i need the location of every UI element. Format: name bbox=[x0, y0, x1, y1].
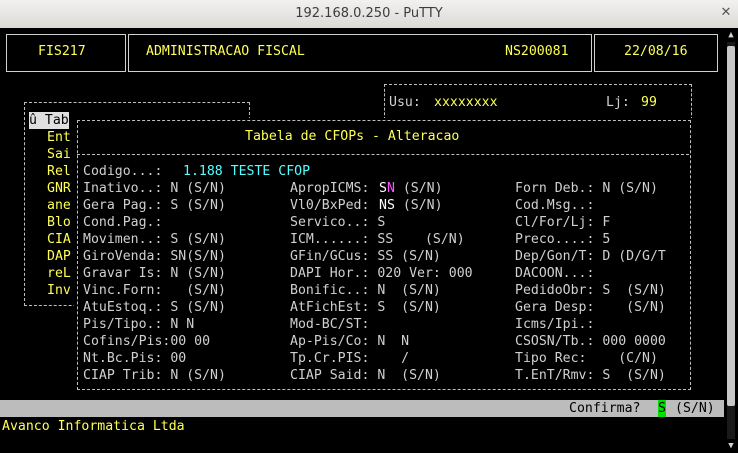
field-col2-range: (S/N) bbox=[394, 198, 443, 213]
field-col1[interactable]: Vinc.Forn: (S/N) bbox=[83, 282, 226, 299]
field-col3[interactable]: PedidoObr: S (S/N) bbox=[515, 282, 666, 299]
field-col2[interactable]: ApropICMS: bbox=[290, 180, 369, 197]
menu-item-rel[interactable]: Rel bbox=[47, 163, 71, 180]
field-col2-value: NS bbox=[379, 198, 395, 213]
field-col2[interactable]: Servico..: S bbox=[290, 214, 385, 231]
scrollbar[interactable]: ▲ ▼ bbox=[724, 28, 738, 453]
field-col1[interactable]: Gera Pag.: S (S/N) bbox=[83, 197, 226, 214]
confirm-prompt: Confirma? bbox=[569, 401, 641, 416]
scroll-down-icon[interactable]: ▼ bbox=[724, 439, 738, 453]
field-col2[interactable]: Mod-BC/ST: bbox=[290, 316, 369, 333]
scroll-thumb[interactable] bbox=[727, 46, 735, 406]
field-col2-range: (S/N) bbox=[394, 181, 443, 196]
status-bar: Confirma? S (S/N) bbox=[0, 400, 724, 417]
menu-item-gnr[interactable]: GNR bbox=[47, 180, 71, 197]
dialog-title-divider bbox=[77, 154, 689, 155]
field-col2[interactable]: CIAP Said: N (S/N) bbox=[290, 367, 441, 384]
field-col2-input[interactable]: SN (S/N) bbox=[379, 180, 443, 197]
field-col3[interactable]: CSOSN/Tb.: 000 0000 bbox=[515, 333, 666, 350]
field-col2[interactable]: Vl0/BxPed: bbox=[290, 197, 369, 214]
date: 22/08/16 bbox=[624, 44, 688, 59]
field-col1[interactable]: Nt.Bc.Pis: 00 bbox=[83, 350, 186, 367]
menu-item-dap[interactable]: DAP bbox=[47, 248, 71, 265]
codigo-value[interactable]: 1.188 TESTE CFOP bbox=[183, 163, 310, 180]
field-col3[interactable]: T.EnT/Rmv: S (S/N) bbox=[515, 367, 666, 384]
program-code: FIS217 bbox=[38, 44, 86, 59]
menu-item-ent[interactable]: Ent bbox=[47, 129, 71, 146]
terminal[interactable]: FIS217 ADMINISTRACAO FISCAL NS200081 22/… bbox=[0, 28, 724, 453]
menu-item-ane[interactable]: ane bbox=[47, 197, 71, 214]
confirm-options: (S/N) bbox=[675, 401, 715, 416]
field-col2[interactable]: AtFichEst: S (S/N) bbox=[290, 299, 441, 316]
module-title: ADMINISTRACAO FISCAL bbox=[146, 44, 305, 59]
field-col3[interactable]: Cod.Msg..: bbox=[515, 197, 594, 214]
menu-item-rel2[interactable]: reL bbox=[47, 265, 71, 282]
field-col2-value: S bbox=[379, 181, 387, 196]
field-col1[interactable]: Movimen..: S (S/N) bbox=[83, 231, 226, 248]
field-col1[interactable]: Cond.Pag.: bbox=[83, 214, 162, 231]
menu-item-sai[interactable]: Sai bbox=[47, 146, 71, 163]
company-name: Avanco Informatica Ltda bbox=[2, 419, 185, 434]
field-col2[interactable]: Tp.Cr.PIS: / bbox=[290, 350, 409, 367]
close-icon[interactable]: ✕ bbox=[716, 3, 736, 23]
field-col2[interactable]: GFin/GCus: SS (S/N) bbox=[290, 248, 441, 265]
field-col3[interactable]: Gera Desp: (S/N) bbox=[515, 299, 666, 316]
codigo-label: Codigo...: bbox=[83, 164, 163, 179]
terminal-id: NS200081 bbox=[505, 44, 569, 59]
field-col1[interactable]: CIAP Trib: N (S/N) bbox=[83, 367, 226, 384]
field-col2-input[interactable]: NS (S/N) bbox=[379, 197, 443, 214]
field-col1[interactable]: Inativo..: N (S/N) bbox=[83, 180, 226, 197]
scroll-up-icon[interactable]: ▲ bbox=[724, 28, 738, 42]
window-title: 192.168.0.250 - PuTTY bbox=[295, 6, 443, 21]
field-col2[interactable]: Bonific..: N (S/N) bbox=[290, 282, 441, 299]
field-col3[interactable]: Icms/Ipi.: bbox=[515, 316, 594, 333]
usu-label: Usu: bbox=[389, 95, 421, 110]
field-col3[interactable]: Forn Deb.: N (S/N) bbox=[515, 180, 658, 197]
field-col1[interactable]: Pis/Tipo.: N N bbox=[83, 316, 194, 333]
field-col3[interactable]: Cl/For/Lj: F bbox=[515, 214, 610, 231]
field-col2[interactable]: DAPI Hor.: 020 Ver: 000 bbox=[290, 265, 473, 282]
field-col3[interactable]: Tipo Rec: (C/N) bbox=[515, 350, 658, 367]
field-col2[interactable]: Ap-Pis/Co: N N bbox=[290, 333, 409, 350]
window-titlebar[interactable]: 192.168.0.250 - PuTTY ✕ bbox=[0, 0, 738, 29]
field-col3[interactable]: DACOON...: bbox=[515, 265, 594, 282]
field-col2[interactable]: ICM......: SS (S/N) bbox=[290, 231, 465, 248]
menu-item-blo[interactable]: Blo bbox=[47, 214, 71, 231]
field-col1[interactable]: Cofins/Pis:00 00 bbox=[83, 333, 210, 350]
usu-value: xxxxxxxx bbox=[434, 95, 498, 110]
field-col2-value2: N bbox=[386, 181, 395, 196]
menu-item-tab[interactable]: û Tab bbox=[29, 112, 69, 129]
lj-label: Lj: bbox=[606, 95, 630, 110]
menu-item-cia[interactable]: CIA bbox=[47, 231, 71, 248]
dialog-title: Tabela de CFOPs - Alteracao bbox=[245, 129, 460, 144]
field-col1[interactable]: GiroVenda: SN(S/N) bbox=[83, 248, 226, 265]
lj-value: 99 bbox=[641, 95, 657, 110]
field-col1[interactable]: Gravar Is: N (S/N) bbox=[83, 265, 226, 282]
field-col1[interactable]: AtuEstoq.: S (S/N) bbox=[83, 299, 226, 316]
field-col3[interactable]: Dep/Gon/T: D (D/G/T bbox=[515, 248, 666, 265]
confirm-input[interactable]: S bbox=[658, 400, 666, 417]
cfop-dialog: Tabela de CFOPs - Alteracao Codigo...: 1… bbox=[74, 118, 692, 390]
field-col3[interactable]: Preco....: 5 bbox=[515, 231, 610, 248]
menu-item-inv[interactable]: Inv bbox=[47, 282, 71, 299]
